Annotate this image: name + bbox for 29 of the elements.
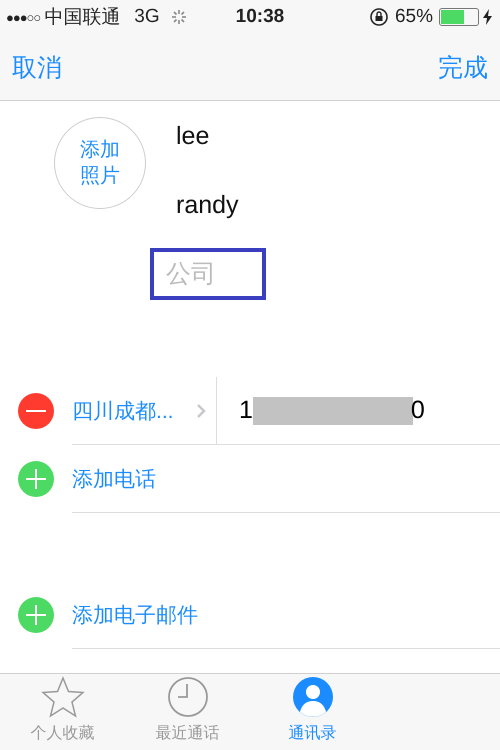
name-field[interactable]: randy	[166, 186, 266, 224]
add-email-button[interactable]: 添加电子邮件	[72, 600, 198, 628]
add-icon[interactable]	[18, 461, 54, 497]
tab-item[interactable]: 个人收藏	[0, 674, 125, 750]
tab-item[interactable]: 通讯录	[250, 674, 375, 750]
clock-icon	[166, 675, 210, 719]
network-type: 3G	[134, 6, 160, 28]
rotation-lock-icon	[368, 7, 389, 27]
tab-item[interactable]: 最近通话	[125, 674, 250, 750]
clock-time: 10:38	[236, 6, 284, 28]
cancel-button[interactable]: 取消	[12, 50, 62, 84]
company-field[interactable]: 公司	[150, 248, 266, 300]
done-button[interactable]: 完成	[438, 50, 488, 84]
name-field[interactable]: lee	[166, 117, 266, 155]
battery-icon	[439, 8, 479, 26]
carrier-name: 中国联通	[44, 6, 120, 30]
phone-label[interactable]: 四川成都...	[72, 396, 174, 424]
add-photo-button[interactable]: 添加照片	[54, 117, 146, 209]
add-phone-button[interactable]: 添加电话	[72, 464, 156, 492]
add-icon[interactable]	[18, 597, 54, 633]
activity-icon	[172, 10, 186, 24]
charging-icon	[483, 9, 492, 25]
star-icon	[40, 675, 84, 719]
battery-percent: 65%	[394, 6, 433, 28]
chevron-icon[interactable]	[196, 402, 206, 418]
phone-number[interactable]: 1	[239, 396, 253, 425]
remove-icon[interactable]	[18, 393, 54, 429]
signal-icon: ●●●○○	[6, 10, 40, 24]
phone-number[interactable]: 0	[410, 396, 425, 425]
